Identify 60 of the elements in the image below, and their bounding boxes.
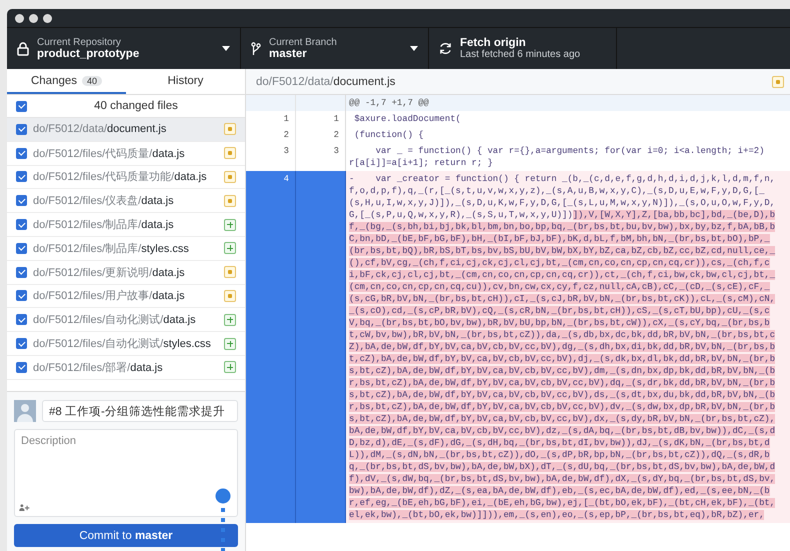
window-close-control[interactable] bbox=[15, 14, 24, 22]
code-line: var _ = function() { var r={},a=arguments; for(var i=0; i<a.length; i+=2) r[a[i]]=a[i+1]; return r; } bbox=[348, 145, 766, 170]
file-checkbox[interactable] bbox=[16, 242, 27, 254]
sync-icon bbox=[439, 42, 452, 55]
changed-files-count: 40 changed files bbox=[93, 100, 179, 112]
old-line-number[interactable]: 2 bbox=[246, 127, 296, 143]
old-line-number[interactable]: 4 bbox=[246, 171, 296, 523]
file-checkbox[interactable] bbox=[16, 362, 27, 373]
count-badge: 40 bbox=[82, 76, 102, 86]
file-list-item[interactable]: do/F5012/files/代码质量/data.js bbox=[7, 142, 245, 166]
new-line-number[interactable]: 1 bbox=[296, 111, 346, 127]
file-list-item[interactable]: do/F5012/files/自动化测试/styles.css bbox=[7, 332, 245, 356]
file-path: do/F5012/files/仪表盘/data.js bbox=[33, 194, 175, 208]
file-list-item[interactable]: do/F5012/files/用户故事/data.js bbox=[7, 284, 245, 308]
file-list-item[interactable]: do/F5012/files/制品库/styles.css bbox=[7, 236, 245, 261]
commit-summary-field[interactable]: #8 工作项-分组筛选性能需求提升 bbox=[42, 400, 238, 422]
caret-icon bbox=[222, 46, 230, 51]
dotted-pointer-drawing bbox=[215, 488, 231, 551]
file-checkbox[interactable] bbox=[16, 124, 27, 135]
file-list-item[interactable]: do/F5012/data/document.js bbox=[7, 118, 245, 142]
file-path: do/F5012/data/document.js bbox=[33, 123, 168, 136]
file-checkbox[interactable] bbox=[16, 171, 27, 182]
branch-icon bbox=[251, 42, 261, 56]
hunk-header: @@ -1,7 +1,7 @@ bbox=[346, 95, 790, 111]
file-checkbox[interactable] bbox=[16, 148, 27, 159]
window-zoom-control[interactable] bbox=[43, 14, 52, 22]
lock-icon bbox=[17, 42, 29, 56]
file-checkbox[interactable] bbox=[16, 314, 27, 326]
file-list-item[interactable]: do/F5012/files/仪表盘/data.js bbox=[7, 189, 245, 214]
file-checkbox[interactable] bbox=[16, 195, 27, 206]
file-checkbox[interactable] bbox=[16, 338, 27, 350]
commit-button[interactable]: Commit to master bbox=[14, 524, 238, 547]
file-path: do/F5012/files/制品库/styles.css bbox=[33, 242, 190, 256]
file-path: do/F5012/files/制品库/data.js bbox=[33, 218, 175, 232]
old-line-number[interactable]: 1 bbox=[246, 111, 296, 127]
avatar-icon bbox=[14, 400, 36, 422]
file-path: do/F5012/files/代码质量/data.js bbox=[33, 146, 186, 161]
file-path: do/F5012/files/用户故事/data.js bbox=[33, 288, 186, 304]
file-list-item[interactable]: do/F5012/files/制品库/data.js bbox=[7, 213, 245, 237]
file-path: do/F5012/files/代码质量功能/data.js bbox=[33, 170, 208, 184]
file-path-header: do/F5012/data/document.js bbox=[256, 76, 396, 88]
code-line: $axure.loadDocument( bbox=[353, 113, 462, 126]
file-list-item[interactable]: do/F5012/files/自动化测试/data.js bbox=[7, 308, 245, 332]
description-field[interactable]: Description bbox=[14, 429, 238, 517]
code-line: (function() { bbox=[353, 129, 425, 142]
file-path: do/F5012/files/更新说明/data.js bbox=[33, 266, 186, 280]
file-path: do/F5012/files/部署/data.js bbox=[33, 360, 164, 375]
add-person-icon bbox=[19, 504, 30, 511]
caret-icon bbox=[410, 46, 418, 51]
select-all-checkbox[interactable] bbox=[16, 100, 27, 112]
file-path: do/F5012/files/自动化测试/styles.css bbox=[33, 337, 212, 352]
new-line-number[interactable]: 2 bbox=[296, 127, 346, 143]
file-path: do/F5012/files/自动化测试/data.js bbox=[33, 313, 197, 328]
file-list-item[interactable]: do/F5012/files/更新说明/data.js bbox=[7, 260, 245, 285]
window-minimize-control[interactable] bbox=[29, 14, 38, 22]
file-checkbox[interactable] bbox=[16, 266, 27, 278]
file-list-item[interactable]: do/F5012/files/部署/data.js bbox=[7, 356, 245, 380]
file-checkbox[interactable] bbox=[16, 290, 27, 302]
file-checkbox[interactable] bbox=[16, 219, 27, 230]
file-list-item[interactable]: do/F5012/files/代码质量功能/data.js bbox=[7, 166, 245, 190]
